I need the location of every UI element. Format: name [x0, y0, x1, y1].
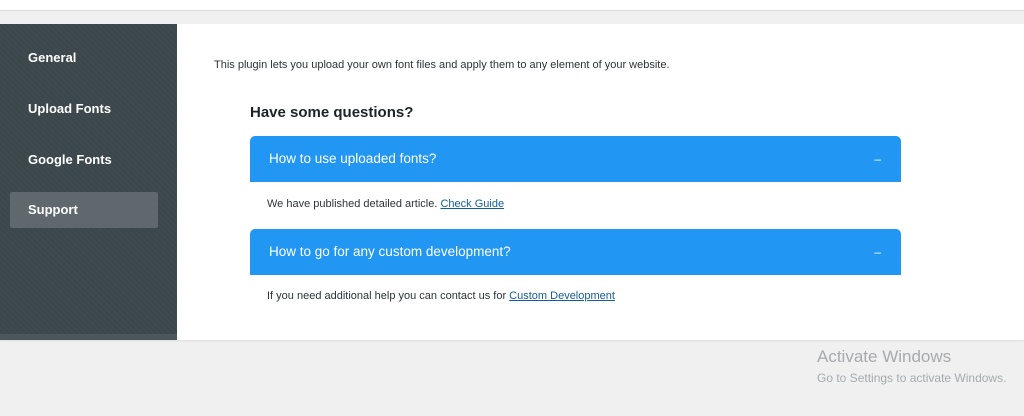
- answer-text: We have published detailed article.: [267, 198, 438, 210]
- main-content: This plugin lets you upload your own fon…: [177, 24, 1024, 340]
- top-strip: [0, 0, 1024, 11]
- sidebar-item-general[interactable]: General: [10, 40, 158, 76]
- check-guide-link[interactable]: Check Guide: [440, 198, 504, 210]
- settings-panel: General Upload Fonts Google Fonts Suppor…: [0, 24, 1024, 340]
- collapse-icon[interactable]: –: [874, 229, 881, 275]
- accordion-answer-uploaded-fonts: We have published detailed article. Chec…: [267, 198, 504, 210]
- answer-text: If you need additional help you can cont…: [267, 290, 507, 302]
- collapse-icon[interactable]: –: [874, 136, 881, 182]
- custom-development-link[interactable]: Custom Development: [509, 290, 615, 302]
- accordion-header-uploaded-fonts[interactable]: How to use uploaded fonts? –: [250, 136, 901, 182]
- questions-heading: Have some questions?: [250, 104, 414, 121]
- sidebar-footer-bar: [0, 334, 177, 340]
- sidebar-item-upload-fonts[interactable]: Upload Fonts: [10, 91, 158, 127]
- accordion-question: How to go for any custom development?: [269, 244, 511, 259]
- accordion-answer-custom-development: If you need additional help you can cont…: [267, 290, 615, 302]
- sidebar: General Upload Fonts Google Fonts Suppor…: [0, 24, 177, 340]
- sidebar-item-google-fonts[interactable]: Google Fonts: [10, 142, 158, 178]
- activate-windows-watermark: Activate Windows Go to Settings to activ…: [817, 347, 1006, 385]
- watermark-title: Activate Windows: [817, 347, 952, 366]
- accordion-question: How to use uploaded fonts?: [269, 151, 437, 166]
- watermark-subtitle: Go to Settings to activate Windows.: [817, 371, 1007, 385]
- sidebar-item-support[interactable]: Support: [10, 192, 158, 228]
- plugin-intro-text: This plugin lets you upload your own fon…: [214, 59, 670, 71]
- accordion-header-custom-development[interactable]: How to go for any custom development? –: [250, 229, 901, 275]
